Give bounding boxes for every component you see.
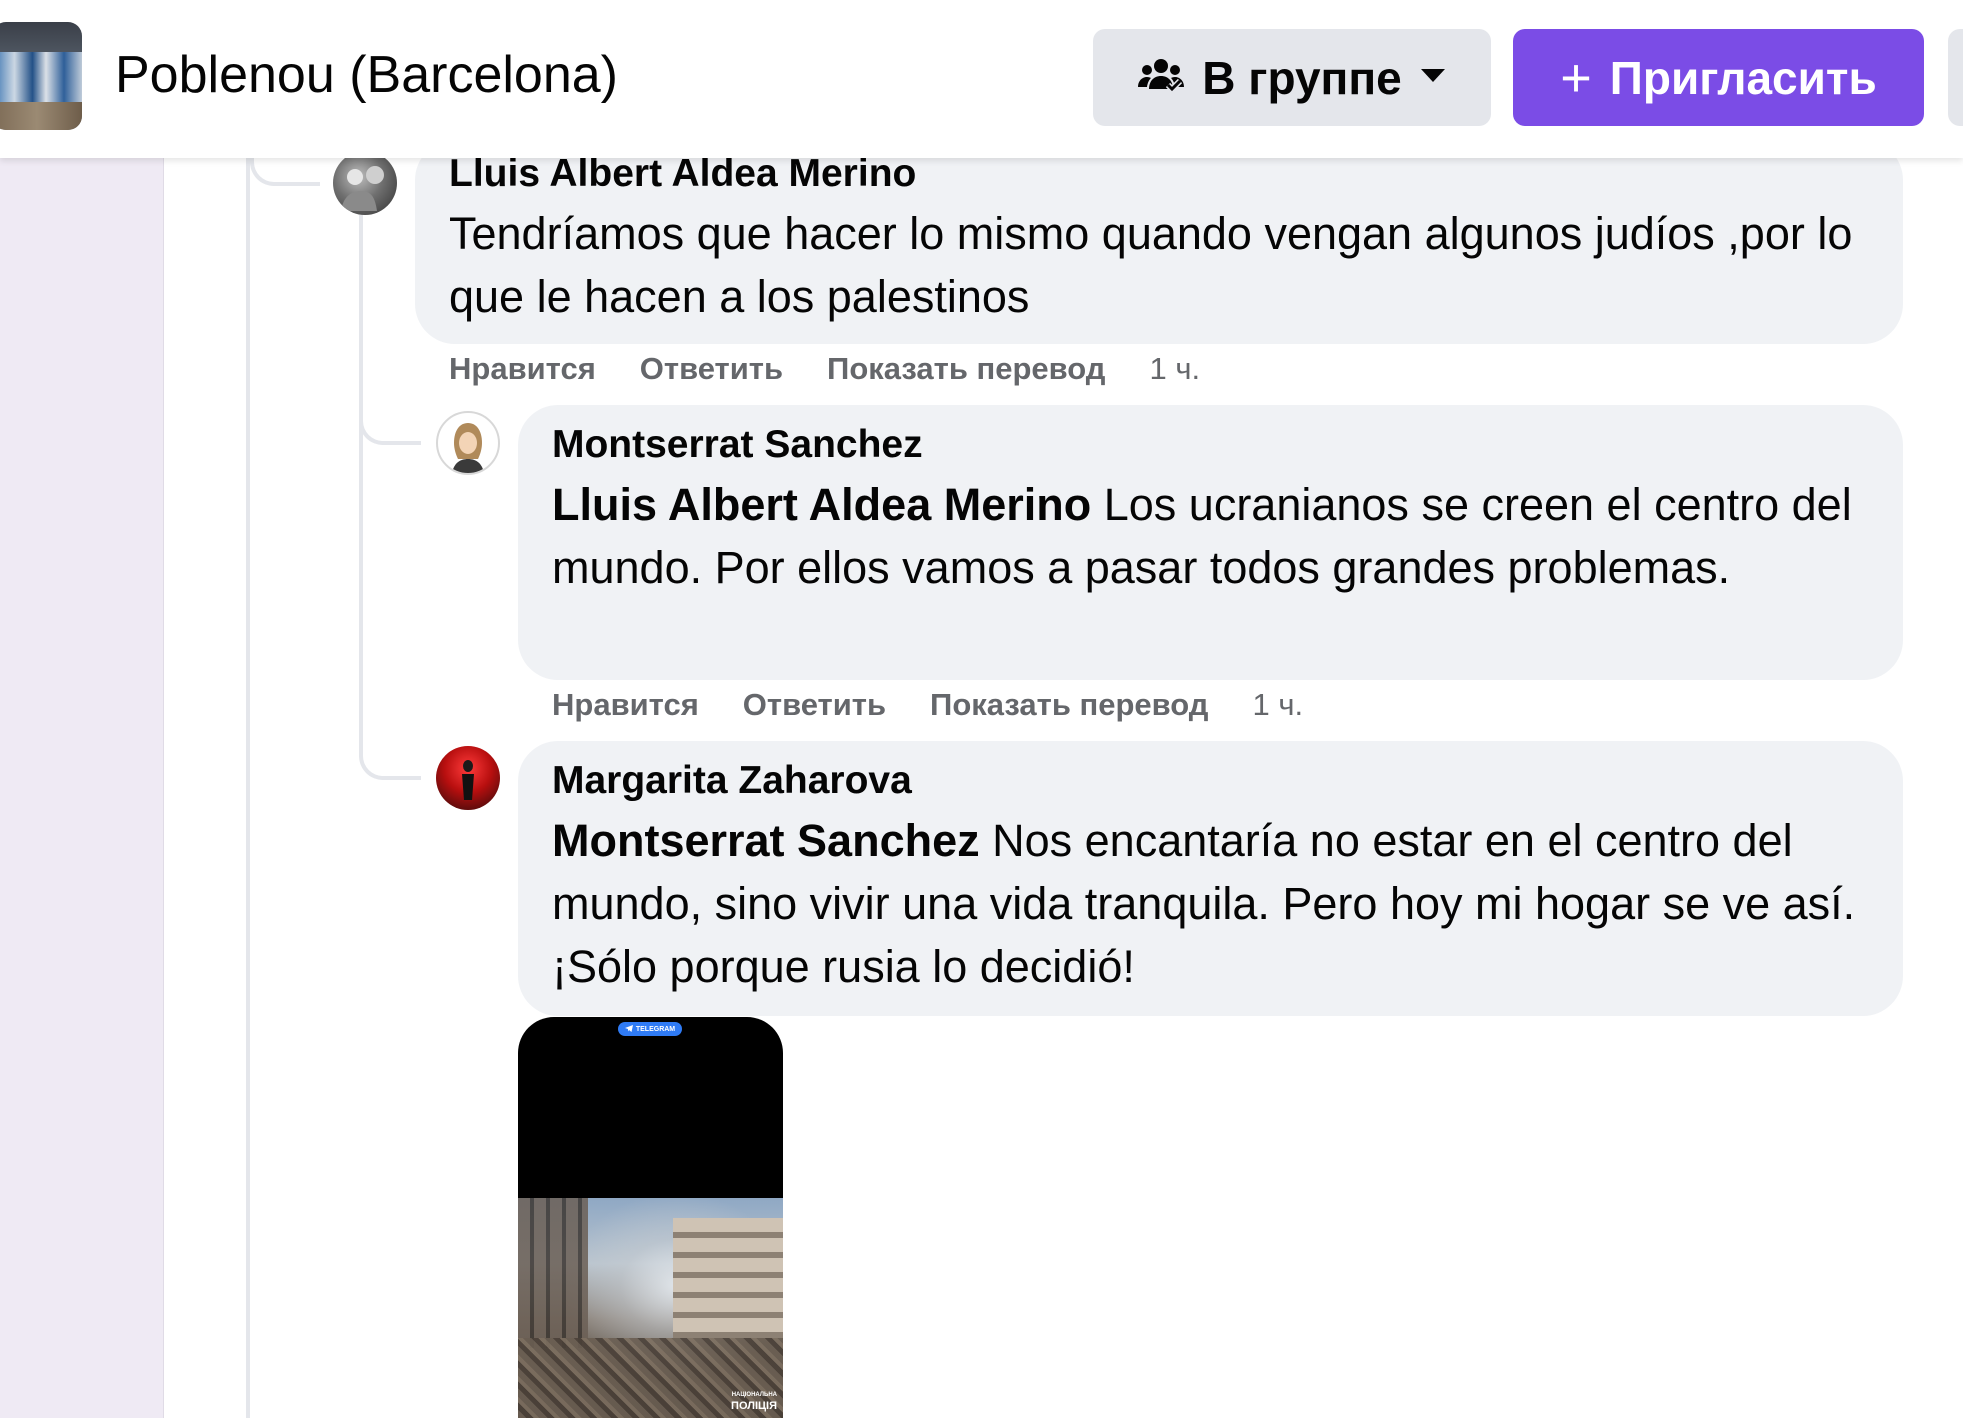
comment-image-attachment[interactable]: TELEGRAM НАЦІОНАЛЬНА ПОЛІЦІЯ bbox=[518, 1017, 783, 1418]
comment-text: Lluis Albert Aldea Merino Los ucranianos… bbox=[552, 473, 1869, 599]
group-members-icon bbox=[1138, 55, 1185, 100]
comment-bubble: Margarita Zaharova Montserrat Sanchez No… bbox=[518, 741, 1903, 1016]
like-button[interactable]: Нравится bbox=[552, 687, 699, 723]
caret-down-icon bbox=[1420, 67, 1446, 88]
more-button[interactable] bbox=[1948, 29, 1963, 126]
mention-link[interactable]: Lluis Albert Aldea Merino bbox=[552, 479, 1091, 530]
comment-bubble: Montserrat Sanchez Lluis Albert Aldea Me… bbox=[518, 405, 1903, 680]
membership-button[interactable]: В группе bbox=[1093, 29, 1491, 126]
reply-connector-1 bbox=[359, 400, 421, 445]
avatar[interactable] bbox=[436, 411, 500, 475]
comment-bubble: Lluis Albert Aldea Merino Tendríamos que… bbox=[415, 140, 1903, 344]
police-watermark: НАЦІОНАЛЬНА ПОЛІЦІЯ bbox=[731, 1392, 777, 1412]
like-button[interactable]: Нравится bbox=[449, 351, 596, 387]
left-sidebar-edge bbox=[0, 158, 164, 1418]
group-cover-thumbnail[interactable] bbox=[0, 22, 82, 130]
comment-actions: Нравится Ответить Показать перевод 1 ч. bbox=[552, 687, 1303, 723]
comment-text: Tendríamos que hacer lo mismo quando ven… bbox=[449, 208, 1853, 322]
membership-button-label: В группе bbox=[1202, 51, 1402, 104]
thread-line-outer bbox=[246, 158, 250, 1418]
avatar[interactable] bbox=[436, 746, 500, 810]
comment-actions: Нравится Ответить Показать перевод 1 ч. bbox=[449, 351, 1200, 387]
comment-timestamp[interactable]: 1 ч. bbox=[1253, 687, 1304, 723]
plus-icon: + bbox=[1560, 47, 1592, 108]
invite-button-label: Пригласить bbox=[1609, 51, 1877, 104]
thread-line-inner bbox=[359, 215, 363, 755]
mention-link[interactable]: Montserrat Sanchez bbox=[552, 815, 980, 866]
graffiti-graphic bbox=[0, 52, 82, 102]
reply-button[interactable]: Ответить bbox=[743, 687, 886, 723]
reply-button[interactable]: Ответить bbox=[640, 351, 783, 387]
comment-timestamp[interactable]: 1 ч. bbox=[1150, 351, 1201, 387]
telegram-icon bbox=[624, 1024, 633, 1034]
show-translation-button[interactable]: Показать перевод bbox=[827, 351, 1105, 387]
invite-button[interactable]: + Пригласить bbox=[1513, 29, 1924, 126]
group-title[interactable]: Poblenou (Barcelona) bbox=[115, 42, 618, 108]
telegram-badge: TELEGRAM bbox=[618, 1022, 682, 1036]
comment-author[interactable]: Margarita Zaharova bbox=[552, 757, 1869, 805]
reply-connector-2 bbox=[359, 735, 421, 780]
comment-author[interactable]: Montserrat Sanchez bbox=[552, 421, 1869, 469]
avatar[interactable] bbox=[333, 151, 397, 215]
comment-text: Montserrat Sanchez Nos encantaría no est… bbox=[552, 809, 1869, 998]
destroyed-building-photo: НАЦІОНАЛЬНА ПОЛІЦІЯ bbox=[518, 1198, 783, 1418]
show-translation-button[interactable]: Показать перевод bbox=[930, 687, 1208, 723]
group-header: Poblenou (Barcelona) В группе + Пригласи… bbox=[0, 0, 1963, 158]
